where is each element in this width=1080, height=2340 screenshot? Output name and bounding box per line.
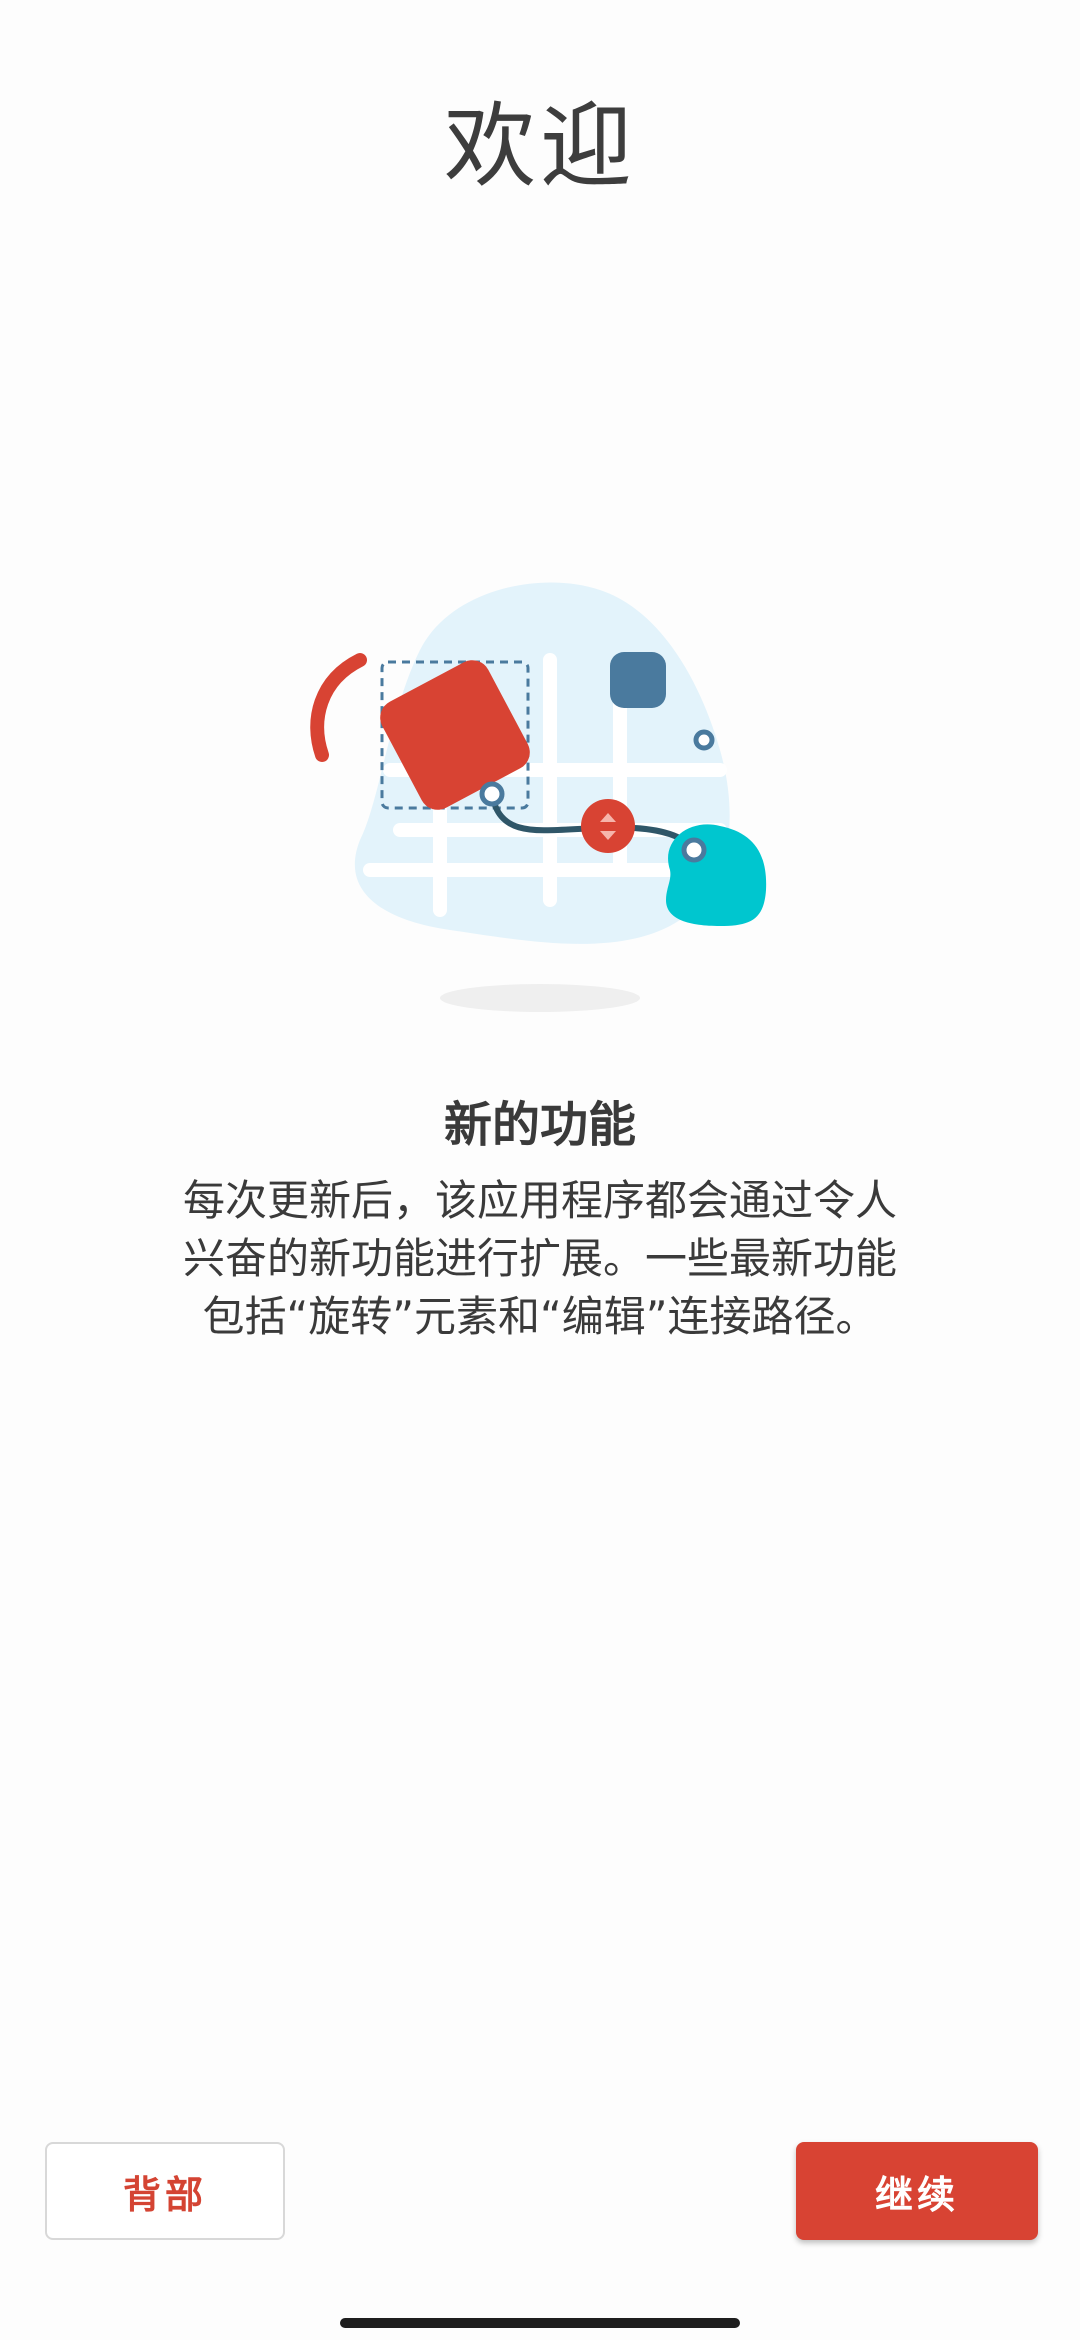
continue-button[interactable]: 继续 <box>796 2142 1038 2240</box>
home-indicator[interactable] <box>340 2318 740 2328</box>
page-title: 欢迎 <box>443 93 636 200</box>
control-handle-icon <box>581 799 635 853</box>
rotate-arc-icon <box>310 653 367 762</box>
blue-square-icon <box>610 652 666 708</box>
back-button[interactable]: 背部 <box>45 2142 285 2240</box>
feature-title: 新的功能 <box>443 1097 636 1153</box>
feature-illustration <box>310 582 767 1012</box>
feature-description: 每次更新后，该应用程序都会通过令人兴奋的新功能进行扩展。一些最新功能包括“旋转”… <box>182 1176 897 1341</box>
path-node-start <box>479 781 505 807</box>
path-node-end <box>681 837 707 863</box>
teal-blob-icon <box>666 824 767 926</box>
small-ring <box>693 729 715 751</box>
ground-shadow <box>440 984 640 1012</box>
